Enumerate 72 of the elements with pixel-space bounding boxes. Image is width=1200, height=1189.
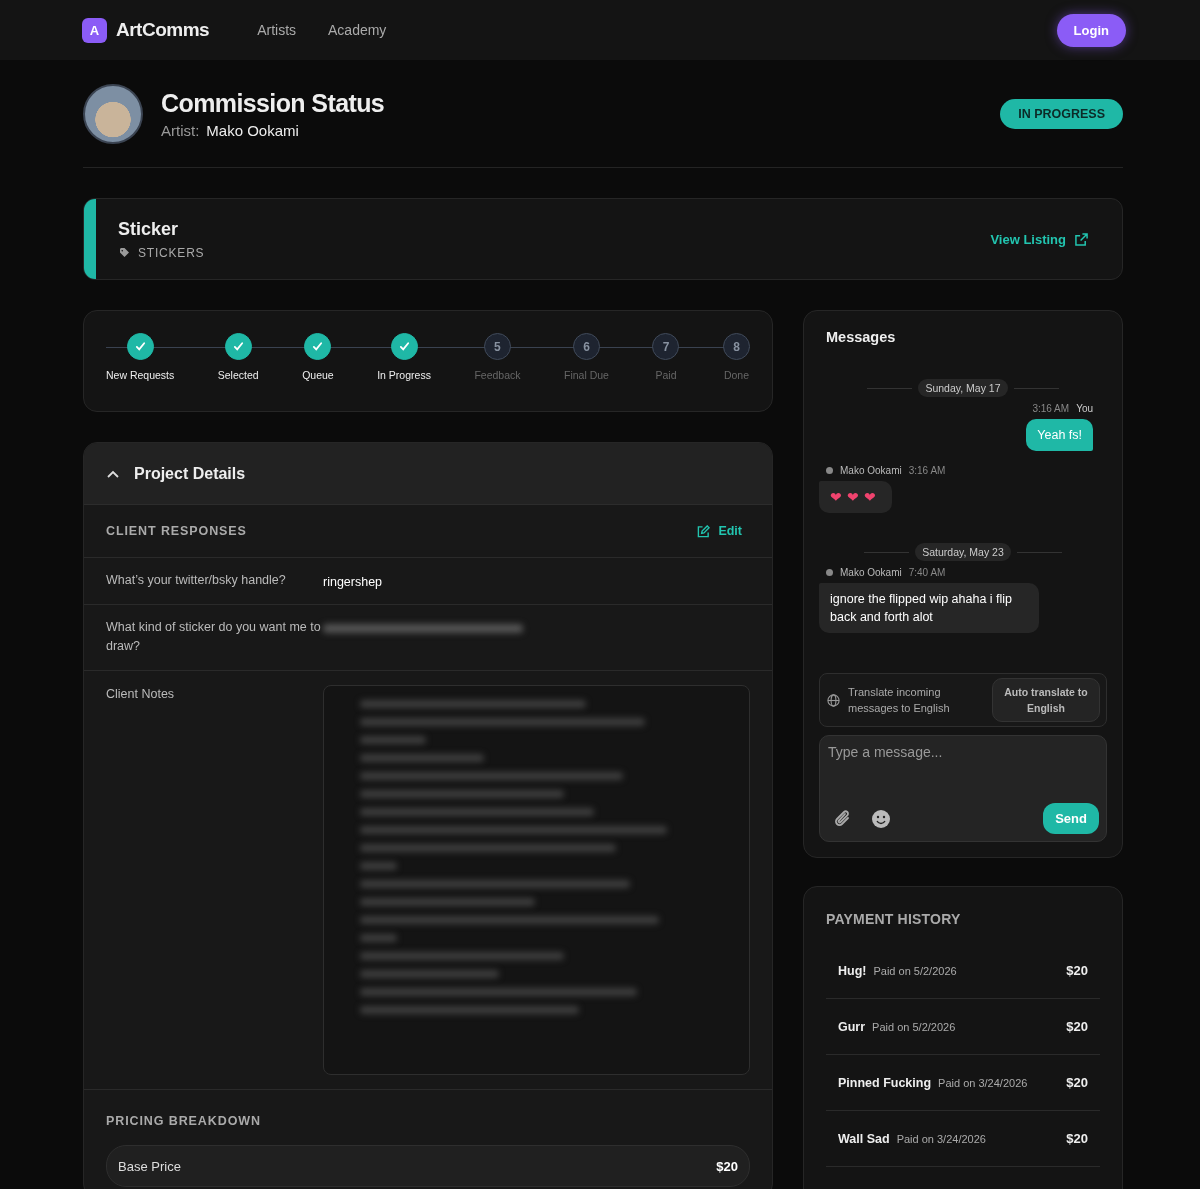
- message-bubble: ignore the flipped wip ahaha i flip back and forth alot: [819, 583, 1039, 633]
- step-label: New Requests: [106, 369, 175, 381]
- step-label: Queue: [302, 369, 334, 381]
- payment-amount: $20: [1066, 1019, 1088, 1034]
- price-label: Base Price: [118, 1158, 181, 1174]
- auto-translate-button[interactable]: Auto translate to English: [992, 678, 1100, 722]
- step-number: 5: [483, 333, 511, 360]
- project-details-header[interactable]: Project Details: [84, 443, 772, 505]
- external-link-icon: [1075, 232, 1088, 246]
- step-number: 7: [652, 333, 680, 360]
- step-label: Final Due: [564, 369, 609, 381]
- message-sender: Mako Ookami: [840, 567, 902, 578]
- nav-link[interactable]: Artists: [257, 22, 296, 38]
- translate-text: Translate incoming messages to English: [848, 685, 951, 716]
- login-button[interactable]: Login: [1056, 13, 1126, 47]
- payment-name: Pinned Fucking: [838, 1075, 932, 1090]
- question-label: What’s your twitter/bsky handle?: [106, 572, 287, 589]
- step-number: 8: [722, 333, 750, 360]
- question-label: What kind of sticker do you want me to draw?: [106, 619, 322, 655]
- step-label: Paid: [655, 369, 677, 381]
- message-bubble: ❤❤❤: [819, 481, 892, 513]
- date-separator: Sunday, May 17: [918, 379, 1008, 397]
- message-time: 3:16 AM: [908, 465, 946, 476]
- artist-name: Mako Ookami: [206, 122, 299, 139]
- payment-name: Wall Sad: [838, 1131, 890, 1146]
- price-amount: $20: [716, 1158, 738, 1174]
- date-separator: Saturday, May 23: [915, 543, 1011, 561]
- section-heading: PRICING BREAKDOWN: [106, 1114, 262, 1128]
- step-number: 6: [573, 333, 600, 360]
- artist-label: Artist:: [161, 122, 200, 139]
- blurred-text: [360, 862, 397, 870]
- step-label: Done: [723, 369, 749, 381]
- payment-amount: $20: [1066, 1075, 1088, 1090]
- message-time: 7:40 AM: [908, 567, 946, 578]
- status-badge: IN PROGRESS: [1000, 99, 1123, 129]
- view-listing-link[interactable]: View Listing: [990, 231, 1088, 247]
- step-label: Feedback: [474, 369, 521, 381]
- payment-date: Paid on 5/2/2026: [872, 1020, 956, 1033]
- page-title: Commission Status: [161, 89, 385, 118]
- emoji-icon[interactable]: [871, 808, 891, 829]
- edit-icon: [697, 524, 711, 538]
- blurred-text: [360, 736, 426, 744]
- section-heading: CLIENT RESPONSES: [106, 524, 247, 538]
- step-label: Selected: [217, 369, 259, 381]
- payment-name: Hug!: [838, 963, 867, 978]
- payment-name: Gurr: [838, 1019, 866, 1034]
- online-dot: [826, 467, 833, 474]
- step-label: In Progress: [377, 369, 431, 381]
- message-sender: Mako Ookami: [840, 465, 902, 476]
- brand-name[interactable]: ArtComms: [116, 19, 210, 41]
- globe-icon: [827, 693, 840, 707]
- payment-amount: $20: [1066, 1131, 1088, 1146]
- message-sender: You: [1076, 403, 1093, 414]
- panel-title: Messages: [826, 329, 897, 345]
- payment-date: Paid on 3/24/2026: [896, 1132, 986, 1145]
- question-label: Client Notes: [106, 686, 176, 703]
- avatar: [83, 84, 143, 144]
- section-heading: PAYMENT HISTORY: [826, 911, 962, 927]
- message-bubble: Yeah fs!: [1026, 419, 1093, 451]
- payment-date: Paid on 5/2/2026: [873, 964, 957, 977]
- payment-date: Paid on 3/24/2026: [938, 1076, 1028, 1089]
- nav-link[interactable]: Academy: [328, 22, 387, 38]
- edit-button[interactable]: Edit: [697, 524, 742, 538]
- logo-icon[interactable]: A: [82, 17, 107, 43]
- online-dot: [826, 569, 833, 576]
- listing-title: Sticker: [118, 218, 180, 240]
- payment-amount: $20: [1066, 963, 1088, 978]
- answer-text: ringershep: [323, 574, 384, 589]
- blurred-text: [360, 934, 397, 942]
- message-time: 3:16 AM: [1032, 403, 1070, 414]
- tag-icon: [120, 248, 129, 257]
- listing-category: STICKERS: [138, 245, 205, 260]
